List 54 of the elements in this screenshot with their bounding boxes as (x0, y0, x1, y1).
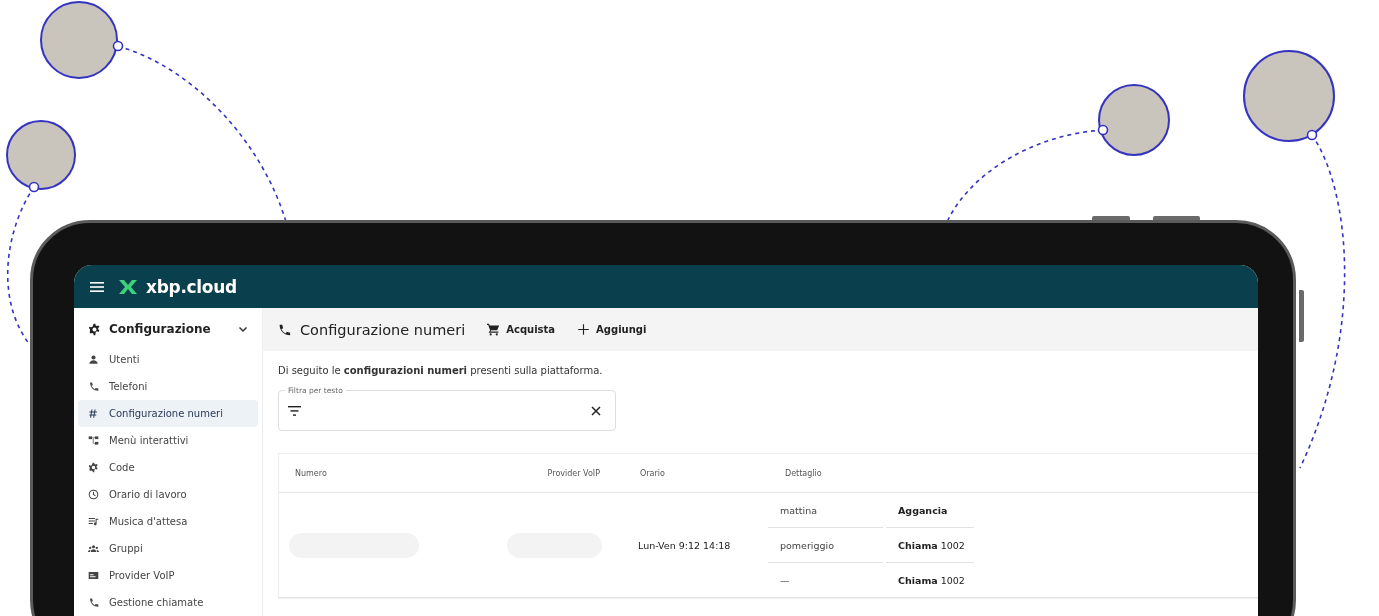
sidebar-item[interactable]: Telefoni (78, 373, 258, 400)
close-icon (591, 405, 601, 416)
table-cell: Chiama 1002 (886, 528, 974, 563)
playlist-icon (88, 516, 99, 527)
phone-icon (88, 597, 99, 608)
tree-icon (88, 435, 99, 446)
phone-icon (88, 381, 99, 392)
phone-icon (277, 322, 291, 337)
connector-dot (28, 181, 40, 193)
page-title: Configurazione numeri (300, 321, 466, 338)
menu-icon (90, 280, 104, 293)
hash-icon (88, 408, 99, 419)
table-cell: Aggancia (886, 493, 974, 528)
sidebar-item[interactable]: Menù interattivi (78, 427, 258, 454)
toolbar-button[interactable]: Acquista (487, 323, 556, 336)
table-cell: mattina (768, 493, 883, 528)
clear-button[interactable] (591, 405, 601, 416)
table-cell-text: Chiama 1002 (897, 573, 966, 588)
sidebar-item[interactable]: Orario di lavoro (78, 481, 258, 508)
sidebar-item[interactable]: Utenti (78, 346, 258, 373)
connector-dot (112, 40, 124, 52)
sidebar-item[interactable]: Code (78, 454, 258, 481)
sidebar-item[interactable]: Configurazione numeri (78, 400, 258, 427)
description-text: Di seguito le configurazioni numeri presenti sulla piattaforma. (278, 365, 604, 376)
table-cell-text: — (779, 573, 791, 588)
sidebar-item[interactable]: Gruppi (78, 535, 258, 562)
clock-icon (88, 489, 99, 500)
card-icon (88, 570, 99, 581)
photo-placeholder (1098, 84, 1170, 156)
toolbar-button[interactable]: Aggiungi (577, 323, 647, 336)
column-header: Orario (639, 468, 666, 478)
gear-icon (88, 462, 99, 473)
plus-icon (577, 323, 591, 336)
sidebar-item[interactable]: Gestione chiamate (78, 589, 258, 616)
sidebar-item[interactable]: Provider VoIP (78, 562, 258, 589)
logo-icon (118, 277, 138, 296)
column-header: Dettaglio (784, 468, 823, 478)
table-cell: pomeriggio (768, 528, 883, 563)
person-icon (88, 354, 99, 365)
menu-button[interactable] (90, 280, 104, 293)
chevron-icon (238, 324, 248, 334)
connector-dot (1306, 129, 1318, 141)
filter-icon (288, 405, 301, 416)
people-icon (88, 543, 99, 554)
gear-icon (88, 322, 101, 336)
table-cell-text: Lun-Ven 9:12 14:18 (637, 539, 732, 551)
sidebar-section[interactable]: Configurazione (78, 312, 258, 346)
sidebar-item[interactable]: Musica d'attesa (78, 508, 258, 535)
photo-placeholder (6, 120, 76, 190)
column-header: Numero (294, 468, 328, 478)
connector-dot (1097, 124, 1109, 136)
logo-text: xbp.cloud (146, 276, 237, 297)
column-header: Provider VoIP (546, 468, 601, 478)
cart-icon (487, 323, 501, 336)
